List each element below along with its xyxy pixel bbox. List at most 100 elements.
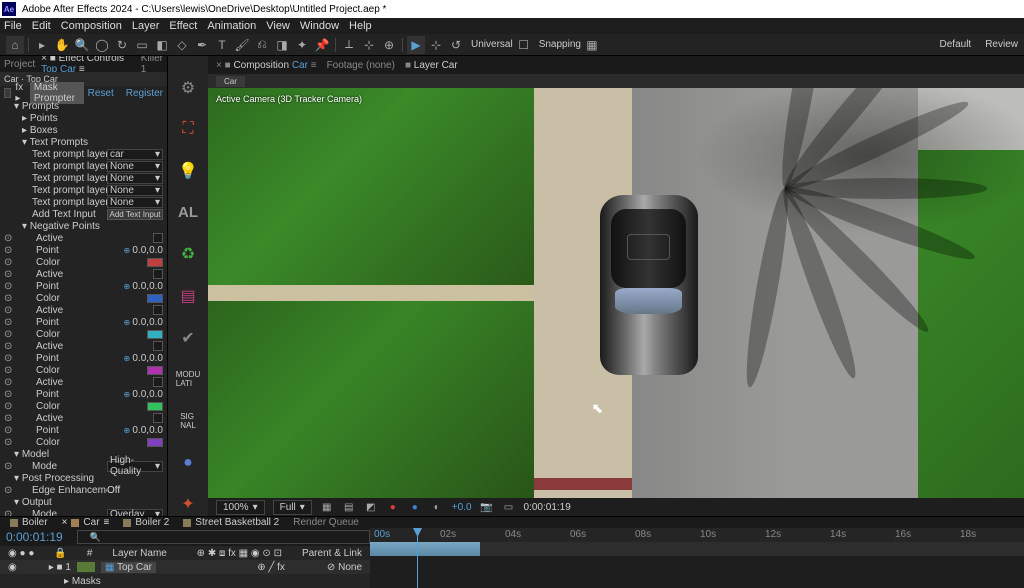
menu-animation[interactable]: Animation [207, 20, 256, 32]
active-checkbox[interactable] [153, 233, 163, 243]
bulb-icon[interactable]: 💡 [176, 159, 200, 183]
grid-icon[interactable]: ▦ [320, 502, 334, 513]
text-tool-icon[interactable]: T [213, 36, 231, 54]
menu-edit[interactable]: Edit [32, 20, 51, 32]
text-prompt-row[interactable]: Text prompt layercar▾ [0, 148, 167, 160]
guides-icon[interactable]: ▤ [342, 502, 356, 513]
toolbar: ⌂ ▸ ✋ 🔍 ◯ ↻ ▭ ◧ ◇ ✒ T 🖌 ⎌ ◨ ✦ 📌 ⟂ ⊹ ⊕ ▶ … [0, 34, 1024, 56]
axis2-icon[interactable]: ⊹ [360, 36, 378, 54]
zoom-tool-icon[interactable]: 🔍 [73, 36, 91, 54]
composition-viewer: × ■ Composition Car ≡ Footage (none) ■ L… [208, 56, 1024, 516]
time-ruler[interactable]: 00s 02s 04s 06s 08s 10s 12s 14s 16s 18s … [370, 528, 1024, 542]
menu-effect[interactable]: Effect [169, 20, 197, 32]
hand-tool-icon[interactable]: ✋ [53, 36, 71, 54]
exposure-value[interactable]: +0.0 [452, 502, 472, 513]
home-icon[interactable]: ⌂ [6, 36, 24, 54]
timeline-panel: Boiler × Car ≡ Boiler 2 Street Basketbal… [0, 516, 1024, 576]
snap-checkbox[interactable]: ☐ [515, 36, 533, 54]
menu-view[interactable]: View [266, 20, 290, 32]
check-icon[interactable]: ✔ [176, 326, 200, 350]
viewer-canvas[interactable]: Active Camera (3D Tracker Camera) ⬉ [208, 88, 1024, 498]
timeline-tab-boiler[interactable]: Boiler [10, 517, 48, 528]
refresh-icon[interactable]: ↺ [447, 36, 465, 54]
composition-tab[interactable]: × ■ Composition Car ≡ [216, 60, 317, 71]
channel-icon[interactable]: ● [386, 502, 400, 513]
timeline-tracks[interactable]: 00s 02s 04s 06s 08s 10s 12s 14s 16s 18s … [370, 528, 1024, 588]
brush-tool-icon[interactable]: 🖌 [233, 36, 251, 54]
channel2-icon[interactable]: ● [408, 502, 422, 513]
menubar[interactable]: File Edit Composition Layer Effect Anima… [0, 18, 1024, 34]
camera-label: Active Camera (3D Tracker Camera) [216, 94, 362, 104]
target-icon[interactable]: ✦ [176, 492, 200, 516]
region-icon[interactable]: ▭ [502, 502, 516, 513]
pointer-icon[interactable]: ▶ [407, 36, 425, 54]
snapshot-icon[interactable]: 📷 [480, 502, 494, 513]
menu-window[interactable]: Window [300, 20, 339, 32]
comp-subtab[interactable]: Car [216, 76, 245, 87]
clone-tool-icon[interactable]: ⎌ [253, 36, 271, 54]
anchor-tool-icon[interactable]: ⊹ [427, 36, 445, 54]
reset-button[interactable]: Reset [88, 88, 114, 99]
universal-toggle[interactable]: Universal [471, 39, 513, 50]
pen-tool-icon[interactable]: ✒ [193, 36, 211, 54]
axis-icon[interactable]: ⟂ [340, 36, 358, 54]
menu-layer[interactable]: Layer [132, 20, 160, 32]
film-icon[interactable]: ▤ [176, 284, 200, 308]
zoom-dropdown[interactable]: 100% ▾ [216, 500, 265, 515]
snap-opt-icon[interactable]: ▦ [583, 36, 601, 54]
masks-row[interactable]: ▸ Masks [0, 574, 370, 588]
timeline-tab-render[interactable]: Render Queue [293, 517, 359, 528]
window-title: Adobe After Effects 2024 - C:\Users\lewi… [22, 4, 386, 15]
exposure-icon[interactable]: ◐ [430, 502, 444, 513]
project-tab[interactable]: Project [4, 59, 35, 70]
expand-icon[interactable]: ⛶ [176, 118, 200, 142]
workspace-default[interactable]: Default [940, 39, 972, 50]
layer-tab[interactable]: ■ Layer Car [405, 60, 458, 71]
axis3-icon[interactable]: ⊕ [380, 36, 398, 54]
menu-file[interactable]: File [4, 20, 22, 32]
camera-tool-icon[interactable]: ▭ [133, 36, 151, 54]
recycle-icon[interactable]: ♻ [176, 243, 200, 267]
modu-label[interactable]: MODU LATI [176, 367, 200, 391]
color-swatch[interactable] [147, 258, 163, 267]
orbit-tool-icon[interactable]: ◯ [93, 36, 111, 54]
timeline-tab-boiler2[interactable]: Boiler 2 [123, 517, 169, 528]
mask-tool-icon[interactable]: ◇ [173, 36, 191, 54]
al-label[interactable]: AL [176, 201, 200, 225]
effect-controls-panel: Project × ■ Effect Controls Top Car ≡ Ki… [0, 56, 168, 516]
viewer-footer: 100% ▾ Full ▾ ▦ ▤ ◩ ● ● ◐ +0.0 📷 ▭ 0:00:… [208, 498, 1024, 516]
rotate-tool-icon[interactable]: ↻ [113, 36, 131, 54]
gear-icon[interactable]: ⚙ [176, 76, 200, 100]
workspace-review[interactable]: Review [985, 39, 1018, 50]
app-logo-icon: Ae [2, 2, 16, 16]
circle-icon[interactable]: ● [176, 451, 200, 475]
footage-tab[interactable]: Footage (none) [327, 60, 395, 71]
window-titlebar: Ae Adobe After Effects 2024 - C:\Users\l… [0, 0, 1024, 18]
register-button[interactable]: Register [126, 88, 163, 99]
snapping-toggle[interactable]: Snapping [539, 39, 581, 50]
selection-tool-icon[interactable]: ▸ [33, 36, 51, 54]
cursor-icon: ⬉ [592, 400, 604, 417]
fx-toggle-checkbox[interactable] [4, 88, 11, 98]
fx-header[interactable]: fx ▸Mask Prompter Reset Register [0, 86, 167, 100]
car-layer [600, 195, 698, 375]
menu-help[interactable]: Help [349, 20, 372, 32]
add-text-input-button: Add Text Input [107, 209, 163, 220]
puppet-tool-icon[interactable]: 📌 [313, 36, 331, 54]
menu-composition[interactable]: Composition [61, 20, 122, 32]
signal-label[interactable]: SIG NAL [176, 409, 200, 433]
timeline-tab-car[interactable]: × Car ≡ [62, 517, 110, 528]
plugin-icon-column: ⚙ ⛶ 💡 AL ♻ ▤ ✔ MODU LATI SIG NAL ● ✦ [168, 56, 208, 516]
mask-icon[interactable]: ◩ [364, 502, 378, 513]
timeline-tab-street[interactable]: Street Basketball 2 [183, 517, 279, 528]
effect-properties: ▾ Prompts ▸ Points ▸ Boxes ▾ Text Prompt… [0, 100, 167, 516]
timecode[interactable]: 0:00:01:19 [0, 528, 69, 546]
search-input[interactable] [77, 530, 370, 544]
layer-clip[interactable] [370, 542, 480, 556]
pan-behind-tool-icon[interactable]: ◧ [153, 36, 171, 54]
layer-row[interactable]: ◉ ▸ ■ 1 ▦ Top Car ⊕ ╱ fx ⊘ None [0, 560, 370, 574]
playhead[interactable] [417, 528, 418, 588]
eraser-tool-icon[interactable]: ◨ [273, 36, 291, 54]
roto-tool-icon[interactable]: ✦ [293, 36, 311, 54]
resolution-dropdown[interactable]: Full ▾ [273, 500, 312, 515]
